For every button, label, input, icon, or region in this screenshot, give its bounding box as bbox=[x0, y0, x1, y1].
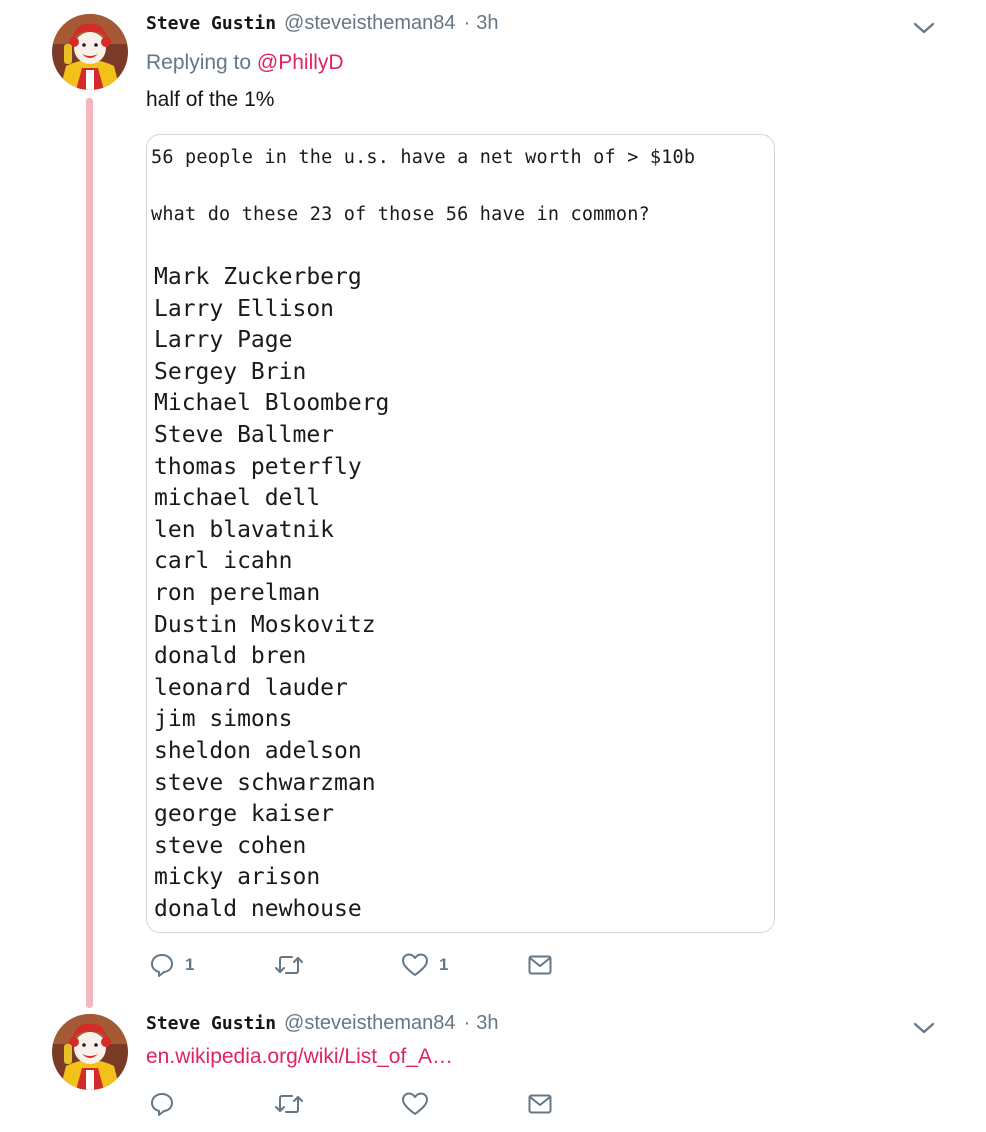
reply-button[interactable]: 1 bbox=[149, 950, 194, 980]
list-item: jim simons bbox=[154, 706, 293, 733]
more-menu-button[interactable] bbox=[912, 20, 936, 36]
wikipedia-link[interactable]: en.wikipedia.org/wiki/List_of_A… bbox=[146, 1045, 453, 1069]
like-button[interactable]: 1 bbox=[401, 950, 448, 980]
thread-connector-line bbox=[86, 98, 93, 1008]
media-intro-line: 56 people in the u.s. have a net worth o… bbox=[151, 147, 696, 168]
mention-link[interactable]: @PhillyD bbox=[257, 51, 344, 74]
user-handle[interactable]: @steveistheman84 bbox=[284, 12, 456, 35]
like-count: 1 bbox=[439, 955, 449, 974]
reply-icon bbox=[151, 1093, 173, 1116]
reply-icon bbox=[151, 954, 173, 977]
replying-to: Replying to @PhillyD bbox=[146, 51, 344, 75]
user-handle[interactable]: @steveistheman84 bbox=[284, 1012, 456, 1035]
separator-dot: · bbox=[463, 12, 471, 34]
list-item: Dustin Moskovitz bbox=[154, 611, 376, 638]
list-item: sheldon adelson bbox=[154, 737, 362, 764]
avatar-image bbox=[52, 1014, 128, 1090]
list-item: thomas peterfly bbox=[154, 453, 362, 480]
list-item: steve schwarzman bbox=[154, 769, 376, 796]
list-item: leonard lauder bbox=[154, 674, 348, 701]
list-item: len blavatnik bbox=[154, 516, 335, 543]
list-item: Larry Page bbox=[154, 327, 293, 354]
reply-count: 1 bbox=[185, 955, 195, 974]
names-list: Mark Zuckerberg Larry Ellison Larry Page… bbox=[154, 262, 389, 925]
list-item: micky arison bbox=[154, 864, 321, 891]
list-item: Michael Bloomberg bbox=[154, 390, 390, 417]
envelope-icon bbox=[528, 955, 552, 975]
like-button[interactable] bbox=[401, 1089, 439, 1119]
chevron-down-icon bbox=[913, 1022, 935, 1034]
retweet-icon bbox=[275, 956, 303, 974]
list-item: carl icahn bbox=[154, 548, 293, 575]
list-item: donald bren bbox=[154, 643, 307, 670]
list-item: ron perelman bbox=[154, 579, 321, 606]
list-item: Steve Ballmer bbox=[154, 421, 335, 448]
timestamp[interactable]: 3h bbox=[476, 1012, 498, 1035]
tweet-text: half of the 1% bbox=[146, 88, 275, 111]
direct-message-button[interactable] bbox=[527, 950, 553, 980]
media-question-line: what do these 23 of those 56 have in com… bbox=[151, 204, 650, 225]
retweet-button[interactable] bbox=[274, 1089, 314, 1119]
display-name[interactable]: Steve Gustin bbox=[146, 1013, 276, 1034]
tweet[interactable]: Steve Gustin @steveistheman84 · 3h Reply… bbox=[0, 0, 986, 1008]
retweet-icon bbox=[275, 1095, 303, 1113]
media-image[interactable]: 56 people in the u.s. have a net worth o… bbox=[146, 134, 775, 933]
more-menu-button[interactable] bbox=[912, 1020, 936, 1036]
list-item: Mark Zuckerberg bbox=[154, 264, 362, 290]
heart-icon bbox=[402, 1092, 428, 1115]
tweet[interactable]: Steve Gustin @steveistheman84 · 3h en.wi… bbox=[0, 1000, 986, 1132]
replying-to-label: Replying to bbox=[146, 51, 252, 74]
avatar[interactable] bbox=[52, 14, 128, 90]
direct-message-button[interactable] bbox=[527, 1089, 553, 1119]
tweet-actions: 1 1 bbox=[146, 950, 596, 980]
envelope-icon bbox=[528, 1094, 552, 1114]
list-item: george kaiser bbox=[154, 801, 335, 828]
list-item: Larry Ellison bbox=[154, 295, 335, 322]
display-name[interactable]: Steve Gustin bbox=[146, 13, 276, 34]
tweet-header: Steve Gustin @steveistheman84 · 3h bbox=[146, 1012, 498, 1035]
retweet-button[interactable] bbox=[274, 950, 314, 980]
separator-dot: · bbox=[463, 1012, 471, 1034]
heart-icon bbox=[402, 953, 428, 976]
list-item: steve cohen bbox=[154, 832, 307, 859]
avatar[interactable] bbox=[52, 1014, 128, 1090]
list-item: Sergey Brin bbox=[154, 358, 307, 385]
list-item: donald newhouse bbox=[154, 895, 362, 922]
chevron-down-icon bbox=[913, 22, 935, 34]
timestamp[interactable]: 3h bbox=[476, 12, 498, 35]
avatar-image bbox=[52, 14, 128, 90]
reply-button[interactable] bbox=[149, 1089, 185, 1119]
tweet-header: Steve Gustin @steveistheman84 · 3h bbox=[146, 12, 498, 35]
tweet-actions bbox=[146, 1089, 596, 1119]
list-item: michael dell bbox=[154, 485, 321, 512]
